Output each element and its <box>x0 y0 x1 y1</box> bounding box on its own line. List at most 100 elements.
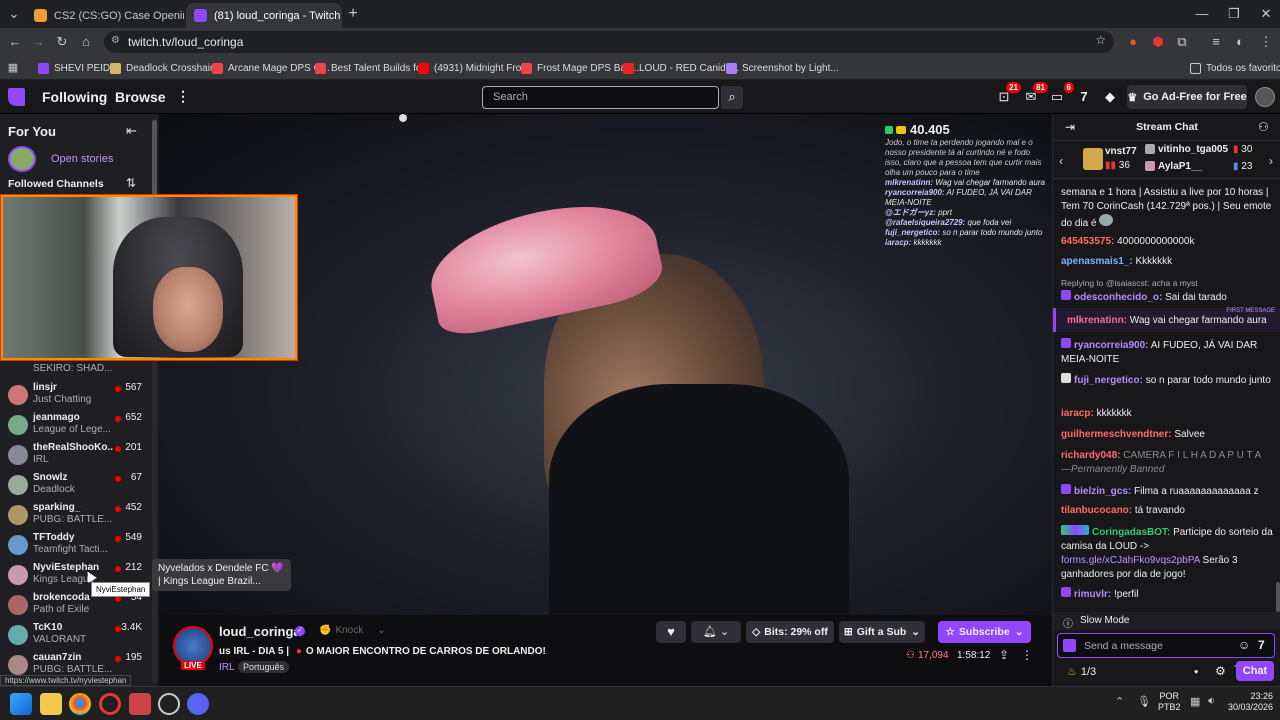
message-user[interactable]: iaracp: <box>1061 408 1094 419</box>
extension-fox-icon[interactable]: ● <box>1123 32 1143 52</box>
leader-name[interactable]: AylaP1__ <box>1158 161 1202 172</box>
bookmark-item[interactable]: Best Talent Builds fo... <box>315 59 430 77</box>
microphone-icon[interactable]: 🎙︎ <box>1137 695 1151 708</box>
search-icon[interactable]: ⌕ <box>721 86 743 109</box>
bits-chat-icon[interactable]: ⬩ <box>1194 664 1198 679</box>
channel-row[interactable]: linsjr Just Chatting 567 <box>0 380 152 410</box>
language-tag[interactable]: Português <box>238 661 290 673</box>
message-user[interactable]: fuji_nergetico: <box>1074 375 1143 386</box>
more-options-icon[interactable]: ⋮ <box>1021 648 1033 662</box>
chat-message[interactable]: apenasmais1_: Kkkkkkk <box>1061 255 1273 269</box>
bookmark-item[interactable]: LOUD - RED Canids... <box>623 59 739 77</box>
notifications-bell-button[interactable]: 🔔︎ ⌄ <box>691 621 741 643</box>
bits-icon[interactable]: ◆ <box>1099 87 1121 107</box>
chat-message[interactable]: ryancorreia900: AI FUDEO, JÁ VAI DAR MEI… <box>1061 338 1273 367</box>
menu-kebab-icon[interactable]: ⋮ <box>1256 32 1276 52</box>
network-icon[interactable]: ▦ <box>1190 695 1200 708</box>
message-user[interactable]: CoringadasBOT: <box>1092 527 1170 538</box>
inbox-icon[interactable]: ⊡ 21 <box>993 82 1021 107</box>
tab-search-icon[interactable]: ⌄ <box>4 4 24 24</box>
extensions-icon[interactable]: ⧉ <box>1172 32 1192 52</box>
stories-avatar[interactable] <box>8 146 36 172</box>
file-explorer-icon[interactable] <box>40 693 62 715</box>
message-link[interactable]: forms.gle/xCJahFko9vqs2pbPA <box>1061 555 1200 566</box>
video-player[interactable]: 40.405 Jodo, o time ta perdendo jogando … <box>159 114 1052 624</box>
extension-abp-icon[interactable]: ⬢ <box>1148 32 1168 52</box>
community-icon[interactable]: ⚇ <box>1258 120 1269 134</box>
chat-message[interactable]: bielzin_gcs: Filma a ruaaaaaaaaaaaaa z <box>1061 484 1273 499</box>
chat-message[interactable]: richardy048: CAMERA F I L H A D A P U T … <box>1061 449 1273 477</box>
message-user[interactable]: ryancorreia900: <box>1074 340 1149 351</box>
channel-preview-popup[interactable] <box>1 195 297 360</box>
extension-7tv-icon[interactable]: 7 <box>1073 87 1095 107</box>
emote-picker-icon[interactable]: ☺ <box>1238 638 1250 652</box>
opera-icon[interactable] <box>99 693 121 715</box>
url-field[interactable]: ⚙ twitch.tv/loud_coringa ☆ <box>104 31 1114 53</box>
message-user[interactable]: richardy048: <box>1061 450 1120 461</box>
chat-message[interactable]: CoringadasBOT: Participe do sorteio da c… <box>1061 525 1273 582</box>
share-icon[interactable]: ⇪ <box>999 648 1009 662</box>
clock[interactable]: 23:26 30/03/2026 <box>1225 691 1273 713</box>
message-user[interactable]: mlkrenatinn: <box>1067 315 1127 326</box>
tab-twitch[interactable]: (81) loud_coringa - Twitch 🔊 ✕ <box>186 3 342 28</box>
chat-message[interactable]: odesconhecido_o: Sai dai tarado <box>1061 290 1273 305</box>
forward-icon[interactable]: → <box>28 32 48 52</box>
new-tab-icon[interactable]: + <box>343 4 363 24</box>
message-user[interactable]: guilhermeschvendtner: <box>1061 429 1172 440</box>
home-icon[interactable]: ⌂ <box>76 32 96 52</box>
keyboard-language[interactable]: POR PTB2 <box>1158 691 1181 713</box>
profile-icon[interactable]: ◐ <box>1230 32 1250 52</box>
leader-name[interactable]: vitinho_tga005 <box>1158 144 1228 155</box>
message-user[interactable]: apenasmais1_: <box>1061 256 1133 267</box>
back-icon[interactable]: ← <box>5 32 25 52</box>
chat-message[interactable]: iaracp: kkkkkkk <box>1061 407 1273 421</box>
steam-icon[interactable] <box>158 693 180 715</box>
leaderboard-next-icon[interactable]: › <box>1269 154 1273 168</box>
minimize-icon[interactable]: — <box>1192 4 1212 24</box>
maximize-icon[interactable]: ❐ <box>1224 4 1244 24</box>
channel-row[interactable]: sparking_ PUBG: BATTLE... 452 <box>0 500 152 530</box>
chat-settings-icon[interactable]: ⚙ <box>1215 664 1226 678</box>
channel-avatar[interactable] <box>173 626 213 666</box>
bookmark-item[interactable]: SHEVI PEIDO <box>38 59 118 77</box>
bookmark-star-icon[interactable]: ☆ <box>1095 33 1106 47</box>
reply-context[interactable]: Replying to @isaiascst: acha a myst <box>1061 276 1273 290</box>
subscribe-button[interactable]: ☆ Subscribe ⌄ <box>938 621 1031 643</box>
chat-message[interactable]: 645453575: 4000000000000k <box>1061 235 1273 249</box>
message-user[interactable]: 645453575: <box>1061 236 1114 247</box>
close-window-icon[interactable]: ✕ <box>1256 4 1276 24</box>
whispers-icon[interactable]: ▭ 6 <box>1046 82 1074 107</box>
open-stories-link[interactable]: Open stories <box>51 153 113 165</box>
gift-sub-button[interactable]: ⊞ Gift a Sub ⌄ <box>839 621 925 643</box>
leaderboard-prev-icon[interactable]: ‹ <box>1059 154 1063 168</box>
bits-button[interactable]: ◇ Bits: 29% off <box>746 621 834 643</box>
chat-message[interactable]: semana e 1 hora | Assistiu a live por 10… <box>1061 186 1273 231</box>
nav-browse[interactable]: Browse <box>115 89 166 105</box>
tab-cs2[interactable]: CS2 (CS:GO) Case Opening: W... ✕ <box>26 3 184 28</box>
leader-name[interactable]: vnst77 <box>1105 146 1137 157</box>
channel-name[interactable]: loud_coringa <box>219 624 301 639</box>
knock-button[interactable]: ✊ Knock ⌄ <box>319 625 386 636</box>
windows-start-icon[interactable] <box>10 693 32 715</box>
site-info-icon[interactable]: ⚙ <box>111 35 120 46</box>
notifications-icon[interactable]: ✉ 81 <box>1020 82 1048 107</box>
apps-grid-icon[interactable]: ▦ <box>3 58 23 78</box>
message-user[interactable]: odesconhecido_o: <box>1074 292 1162 303</box>
sort-icon[interactable]: ⇅ <box>126 176 136 190</box>
follow-heart-icon[interactable]: ♥ <box>656 621 686 643</box>
chat-message[interactable]: rimuvlr: !perfil <box>1061 587 1273 602</box>
message-user[interactable]: rimuvlr: <box>1074 589 1111 600</box>
nav-following[interactable]: Following <box>42 89 107 105</box>
bookmark-item[interactable]: (4931) Midnight Fro... <box>418 59 530 77</box>
reload-icon[interactable]: ↻ <box>52 32 72 52</box>
chrome-icon[interactable] <box>69 693 91 715</box>
all-bookmarks[interactable]: Todos os favoritos <box>1190 59 1280 77</box>
bookmark-item[interactable]: Deadlock Crosshair... <box>110 59 221 77</box>
more-kebab-icon[interactable]: ⋮ <box>176 88 190 105</box>
7tv-emote-icon[interactable]: 7 <box>1258 638 1265 652</box>
collapse-sidebar-icon[interactable]: ⇤ <box>126 123 137 139</box>
chat-message[interactable]: fuji_nergetico: so n parar todo mundo ju… <box>1061 373 1273 388</box>
app-icon[interactable] <box>129 693 151 715</box>
channel-row[interactable]: theRealShooKo... IRL 201 <box>0 440 152 470</box>
message-user[interactable]: tilanbucocano: <box>1061 505 1132 516</box>
